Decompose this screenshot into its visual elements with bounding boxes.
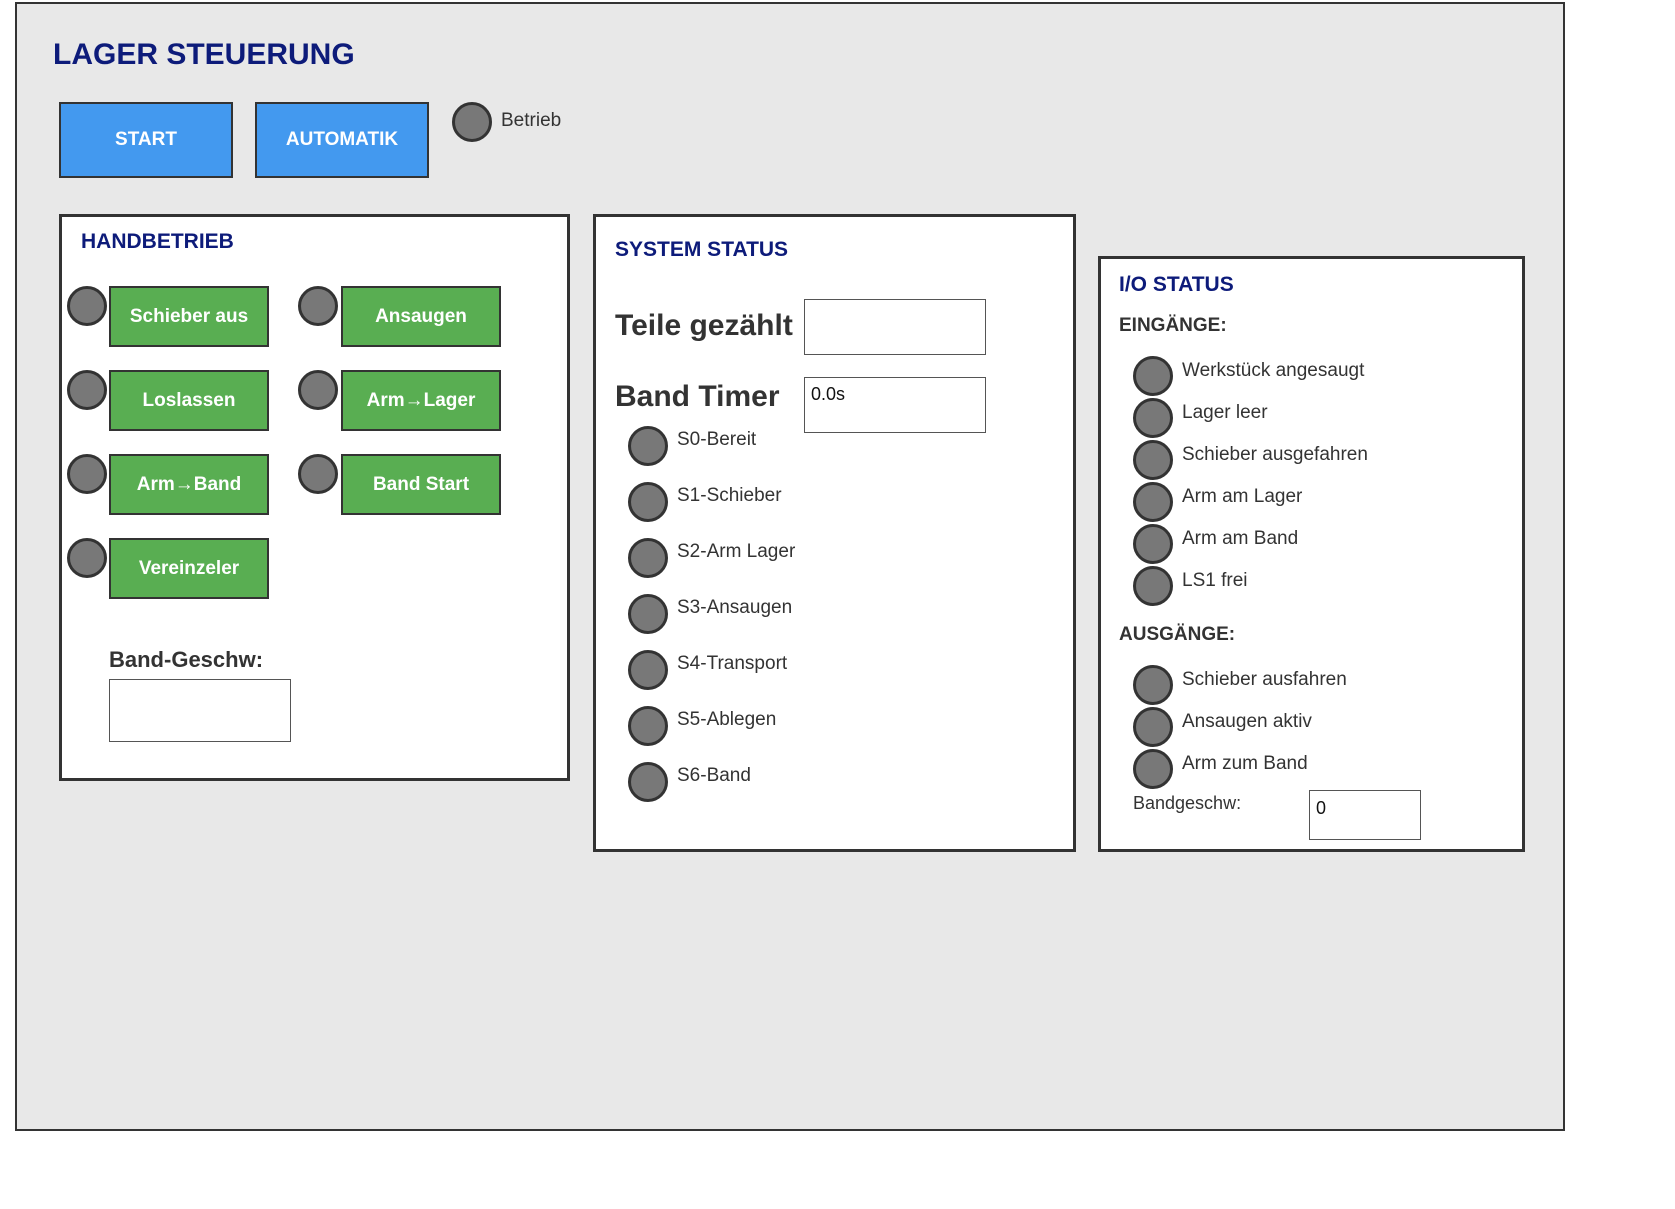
input-arm-am-band-label: Arm am Band xyxy=(1182,528,1299,549)
band-geschw-input[interactable] xyxy=(109,679,291,742)
state-s5-indicator-icon xyxy=(628,706,668,746)
band-start-indicator-icon xyxy=(298,454,338,494)
state-s0-label: S0-Bereit xyxy=(677,429,757,450)
state-s4-indicator-icon xyxy=(628,650,668,690)
automatik-button[interactable]: AUTOMATIK xyxy=(255,102,429,178)
input-arm-am-lager-indicator-icon xyxy=(1133,482,1173,522)
band-timer-label: Band Timer xyxy=(615,380,780,413)
betrieb-indicator-icon xyxy=(452,102,492,142)
handbetrieb-panel: HANDBETRIEB Schieber aus Ansaugen Loslas… xyxy=(59,214,570,781)
vereinzeler-indicator-icon xyxy=(67,538,107,578)
loslassen-button[interactable]: Loslassen xyxy=(109,370,269,431)
input-arm-am-lager-label: Arm am Lager xyxy=(1182,486,1303,507)
input-ls1-frei-indicator-icon xyxy=(1133,566,1173,606)
input-arm-am-band-indicator-icon xyxy=(1133,524,1173,564)
state-s6-label: S6-Band xyxy=(677,765,751,786)
band-start-button[interactable]: Band Start xyxy=(341,454,501,515)
state-s4-label: S4-Transport xyxy=(677,653,788,674)
ansaugen-indicator-icon xyxy=(298,286,338,326)
vereinzeler-button[interactable]: Vereinzeler xyxy=(109,538,269,599)
arm-lager-button[interactable]: Arm→Lager xyxy=(341,370,501,431)
bandgeschw-label: Bandgeschw: xyxy=(1133,793,1242,813)
handbetrieb-title: HANDBETRIEB xyxy=(81,230,234,253)
schieber-aus-button[interactable]: Schieber aus xyxy=(109,286,269,347)
page-title: LAGER STEUERUNG xyxy=(53,38,355,71)
state-s1-label: S1-Schieber xyxy=(677,485,782,506)
state-s5-label: S5-Ablegen xyxy=(677,709,777,730)
ausgaenge-heading: AUSGÄNGE: xyxy=(1119,624,1236,645)
input-schieber-ausgefahren-label: Schieber ausgefahren xyxy=(1182,444,1368,465)
state-s1-indicator-icon xyxy=(628,482,668,522)
output-ansaugen-aktiv-indicator-icon xyxy=(1133,707,1173,747)
input-werkstueck-angesaugt-indicator-icon xyxy=(1133,356,1173,396)
output-arm-zum-band-label: Arm zum Band xyxy=(1182,753,1308,774)
schieber-aus-indicator-icon xyxy=(67,286,107,326)
output-ansaugen-aktiv-label: Ansaugen aktiv xyxy=(1182,711,1312,732)
state-s6-indicator-icon xyxy=(628,762,668,802)
arm-lager-indicator-icon xyxy=(298,370,338,410)
io-status-panel: I/O STATUS EINGÄNGE: Werkstück angesaugt… xyxy=(1098,256,1525,852)
state-s2-label: S2-Arm Lager xyxy=(677,541,796,562)
teile-gezaehlt-label: Teile gezählt xyxy=(615,309,793,342)
io-status-title: I/O STATUS xyxy=(1119,273,1234,296)
band-timer-field[interactable] xyxy=(804,377,986,433)
input-lager-leer-label: Lager leer xyxy=(1182,402,1268,423)
ansaugen-button[interactable]: Ansaugen xyxy=(341,286,501,347)
start-button[interactable]: START xyxy=(59,102,233,178)
input-werkstueck-angesaugt-label: Werkstück angesaugt xyxy=(1182,360,1365,381)
band-geschw-label: Band-Geschw: xyxy=(109,647,264,672)
eingaenge-heading: EINGÄNGE: xyxy=(1119,315,1227,336)
input-lager-leer-indicator-icon xyxy=(1133,398,1173,438)
output-schieber-ausfahren-label: Schieber ausfahren xyxy=(1182,669,1347,690)
loslassen-indicator-icon xyxy=(67,370,107,410)
output-arm-zum-band-indicator-icon xyxy=(1133,749,1173,789)
system-status-panel: SYSTEM STATUS Teile gezählt Band Timer S… xyxy=(593,214,1076,852)
state-s2-indicator-icon xyxy=(628,538,668,578)
input-schieber-ausgefahren-indicator-icon xyxy=(1133,440,1173,480)
betrieb-label: Betrieb xyxy=(501,110,562,131)
arm-band-indicator-icon xyxy=(67,454,107,494)
bandgeschw-field[interactable] xyxy=(1309,790,1421,840)
system-status-title: SYSTEM STATUS xyxy=(615,238,789,261)
arm-band-button[interactable]: Arm→Band xyxy=(109,454,269,515)
state-s3-label: S3-Ansaugen xyxy=(677,597,793,618)
state-s3-indicator-icon xyxy=(628,594,668,634)
state-s0-indicator-icon xyxy=(628,426,668,466)
input-ls1-frei-label: LS1 frei xyxy=(1182,570,1248,591)
teile-gezaehlt-field[interactable] xyxy=(804,299,986,355)
output-schieber-ausfahren-indicator-icon xyxy=(1133,665,1173,705)
